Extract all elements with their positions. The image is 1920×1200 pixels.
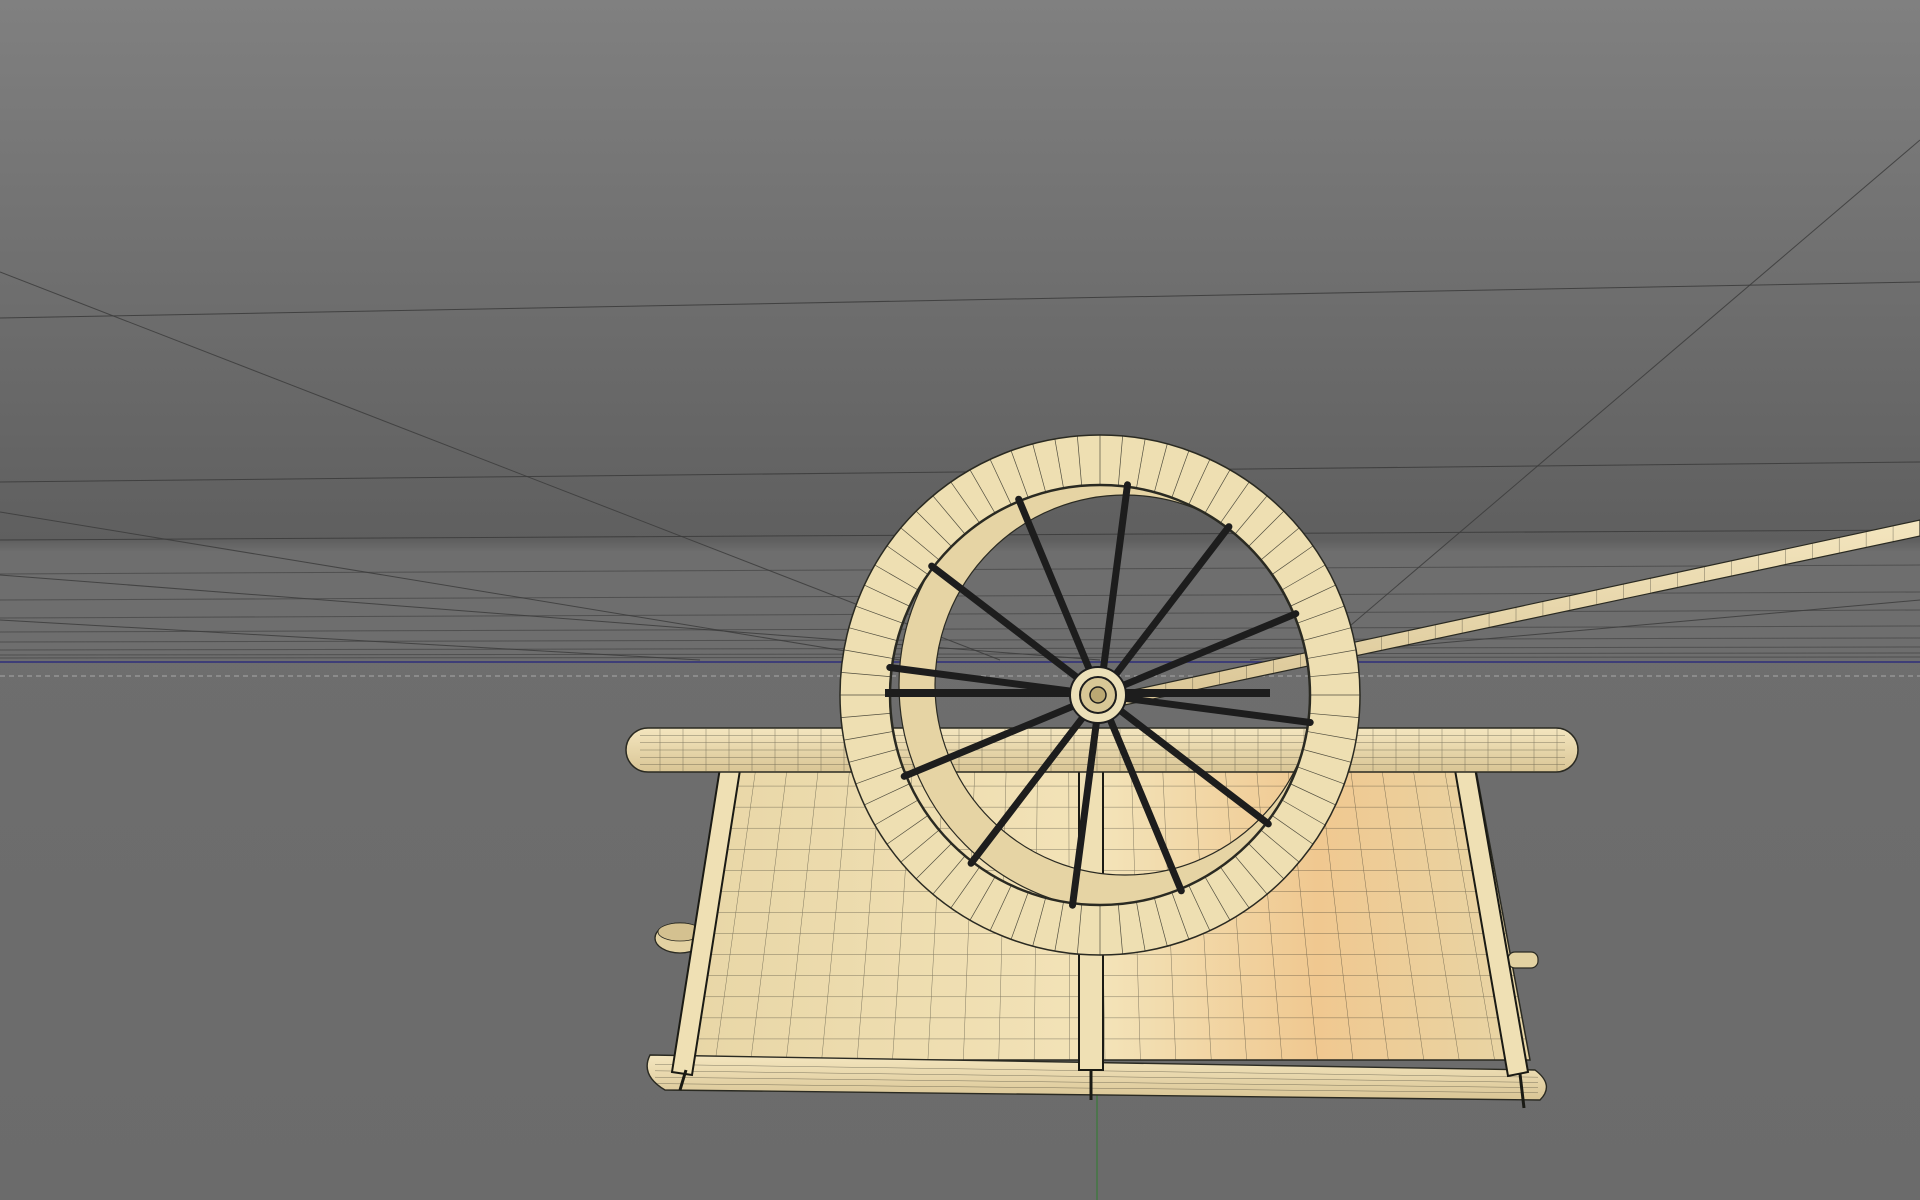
wheel-hub[interactable] (1069, 666, 1127, 724)
3d-viewport[interactable] (0, 0, 1920, 1200)
side-knob-right[interactable] (1507, 951, 1539, 969)
cart-top-rail[interactable] (625, 727, 1579, 773)
